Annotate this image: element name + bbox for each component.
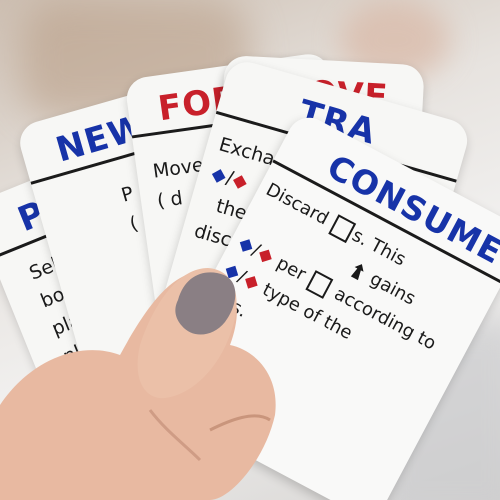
photo-scene: P Select board play pla NEW P ( FORC Mov… <box>0 0 500 500</box>
hand-holding-cards <box>0 268 276 500</box>
